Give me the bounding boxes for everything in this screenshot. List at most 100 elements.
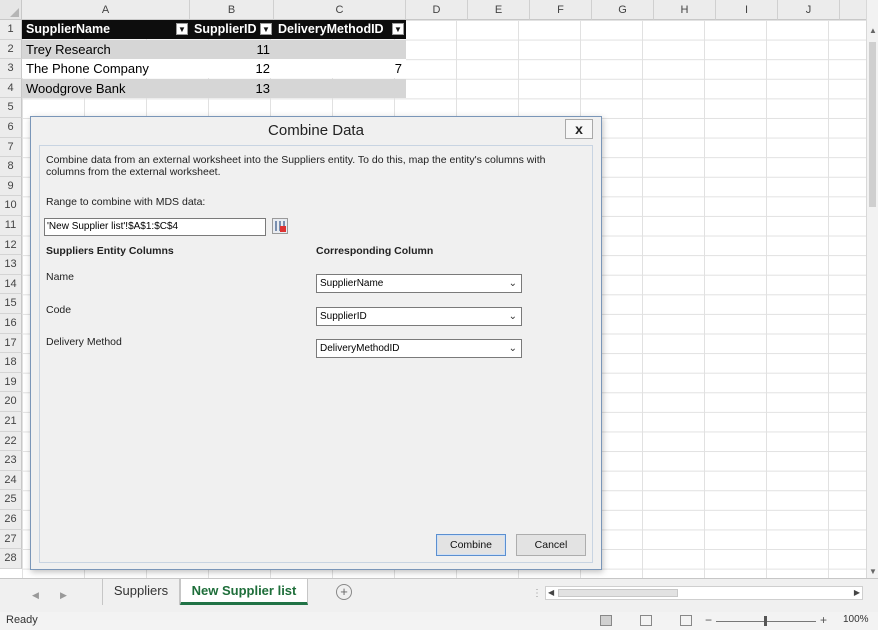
horizontal-scrollbar[interactable]: ◀ ▶: [545, 586, 863, 600]
row-header[interactable]: 5: [0, 98, 22, 118]
normal-view-icon[interactable]: [600, 615, 612, 626]
row-header[interactable]: 15: [0, 294, 22, 314]
table-cell[interactable]: The Phone Company: [22, 59, 190, 79]
row-header[interactable]: 6: [0, 118, 22, 138]
column-header-b[interactable]: B: [190, 0, 274, 20]
next-sheet-icon[interactable]: ▶: [60, 590, 67, 601]
column-header-g[interactable]: G: [592, 0, 654, 20]
zoom-slider-handle[interactable]: [764, 616, 767, 626]
select-all-corner[interactable]: [0, 0, 22, 20]
entity-column-delivery-method: Delivery Method: [46, 336, 122, 348]
splitter-handle-icon[interactable]: ⋮: [532, 588, 542, 599]
column-header-j[interactable]: J: [778, 0, 840, 20]
range-picker-arrow-icon: [280, 226, 286, 232]
row-header[interactable]: 12: [0, 235, 22, 256]
chevron-down-icon: ⌄: [508, 278, 517, 289]
table-cell[interactable]: [274, 78, 406, 98]
filter-dropdown-icon[interactable]: ▼: [260, 23, 272, 35]
entity-column-name: Name: [46, 271, 75, 283]
row-header[interactable]: 17: [0, 333, 22, 354]
corresponding-column-header: Corresponding Column: [316, 245, 434, 257]
scroll-down-icon[interactable]: ▼: [869, 567, 877, 576]
sheet-tab-suppliers[interactable]: Suppliers: [102, 579, 180, 605]
table-header-label: DeliveryMethodID: [278, 22, 384, 36]
row-header[interactable]: 7: [0, 137, 22, 158]
table-header-cell[interactable]: SupplierID ▼: [190, 20, 274, 39]
sheet-tab-new-supplier-list[interactable]: New Supplier list: [180, 579, 308, 605]
row-header[interactable]: 26: [0, 510, 22, 530]
scroll-up-icon[interactable]: ▲: [869, 26, 877, 35]
table-header-cell[interactable]: SupplierName ▼: [22, 20, 190, 39]
scroll-right-icon[interactable]: ▶: [854, 587, 860, 599]
table-cell[interactable]: Woodgrove Bank: [22, 78, 190, 98]
table-cell[interactable]: 11: [190, 39, 274, 59]
mapping-select-delivery-method[interactable]: DeliveryMethodID ⌄: [316, 339, 522, 358]
table-cell[interactable]: [274, 39, 406, 59]
sheet-tabs-bar: ◀ ▶ Suppliers New Supplier list + ⋮ ◀ ▶: [0, 578, 878, 612]
column-header-h[interactable]: H: [654, 0, 716, 20]
status-text: Ready: [6, 614, 38, 626]
row-header[interactable]: 2: [0, 39, 22, 60]
combine-button[interactable]: Combine: [436, 534, 506, 556]
column-header-c[interactable]: C: [274, 0, 406, 20]
filter-dropdown-icon[interactable]: ▼: [392, 23, 404, 35]
row-header[interactable]: 13: [0, 255, 22, 275]
range-input[interactable]: 'New Supplier list'!$A$1:$C$4: [44, 218, 266, 236]
row-header[interactable]: 28: [0, 549, 22, 569]
page-break-view-icon[interactable]: [680, 615, 692, 626]
cancel-button[interactable]: Cancel: [516, 534, 586, 556]
select-value: DeliveryMethodID: [320, 343, 400, 354]
scroll-left-icon[interactable]: ◀: [548, 587, 554, 599]
row-header[interactable]: 18: [0, 353, 22, 373]
row-header[interactable]: 22: [0, 431, 22, 452]
row-header[interactable]: 27: [0, 529, 22, 550]
dialog-body: Combine data from an external worksheet …: [39, 145, 593, 563]
zoom-in-icon[interactable]: +: [820, 613, 827, 627]
table-header-cell[interactable]: DeliveryMethodID ▼: [274, 20, 406, 39]
row-header[interactable]: 23: [0, 451, 22, 471]
entity-column-code: Code: [46, 304, 72, 316]
row-header[interactable]: 19: [0, 372, 22, 393]
row-header[interactable]: 8: [0, 157, 22, 177]
table-cell[interactable]: 12: [190, 59, 274, 79]
mapping-select-code[interactable]: SupplierID ⌄: [316, 307, 522, 326]
column-header-i[interactable]: I: [716, 0, 778, 20]
row-header[interactable]: 25: [0, 490, 22, 510]
horizontal-scroll-thumb[interactable]: [558, 589, 678, 597]
row-header[interactable]: 9: [0, 176, 22, 197]
row-header[interactable]: 10: [0, 196, 22, 216]
row-header[interactable]: 20: [0, 392, 22, 412]
dialog-title: Combine Data: [268, 122, 364, 139]
row-header[interactable]: 11: [0, 216, 22, 236]
close-button[interactable]: x: [565, 119, 593, 139]
table-cell[interactable]: Trey Research: [22, 39, 190, 59]
select-value: SupplierID: [320, 311, 367, 322]
chevron-down-icon: ⌄: [508, 343, 517, 354]
column-header-a[interactable]: A: [22, 0, 190, 20]
table-cell[interactable]: 7: [274, 59, 406, 79]
row-header[interactable]: 16: [0, 314, 22, 334]
range-label: Range to combine with MDS data:: [46, 196, 206, 208]
vertical-scrollbar[interactable]: ▲ ▼: [866, 0, 878, 578]
table-header-label: SupplierID: [194, 22, 257, 36]
zoom-level[interactable]: 100%: [843, 614, 869, 625]
range-select-button[interactable]: [272, 218, 288, 234]
column-header-f[interactable]: F: [530, 0, 592, 20]
filter-dropdown-icon[interactable]: ▼: [176, 23, 188, 35]
mapping-select-name[interactable]: SupplierName ⌄: [316, 274, 522, 293]
chevron-down-icon: ⌄: [508, 311, 517, 322]
column-header-d[interactable]: D: [406, 0, 468, 20]
scroll-thumb[interactable]: [869, 42, 876, 207]
page-layout-view-icon[interactable]: [640, 615, 652, 626]
row-header[interactable]: 4: [0, 78, 22, 99]
row-header[interactable]: 3: [0, 59, 22, 79]
add-sheet-button[interactable]: +: [336, 584, 352, 600]
table-cell[interactable]: 13: [190, 78, 274, 98]
row-header[interactable]: 24: [0, 470, 22, 491]
row-header[interactable]: 1: [0, 20, 22, 40]
prev-sheet-icon[interactable]: ◀: [32, 590, 39, 601]
row-header[interactable]: 21: [0, 412, 22, 432]
zoom-out-icon[interactable]: −: [705, 613, 712, 627]
row-header[interactable]: 14: [0, 274, 22, 295]
column-header-e[interactable]: E: [468, 0, 530, 20]
